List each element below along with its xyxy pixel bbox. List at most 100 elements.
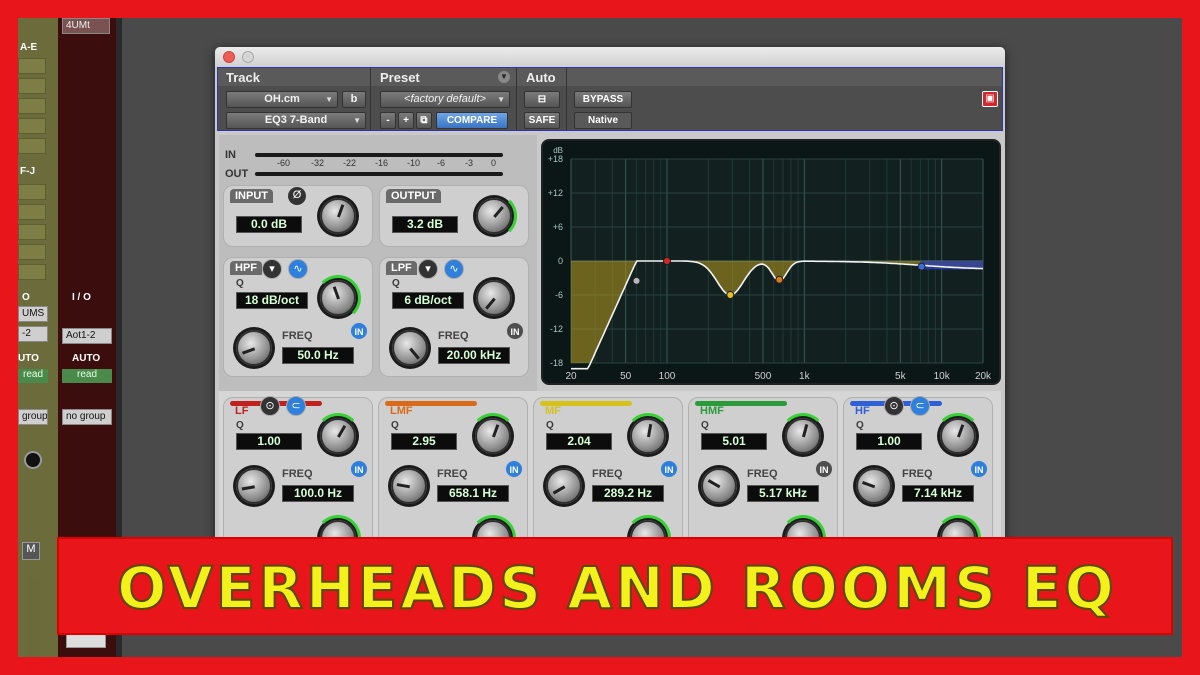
band-in-button[interactable]: IN xyxy=(350,460,368,478)
hpf-curve-icon[interactable]: ∿ xyxy=(288,259,308,279)
strip-group-selector[interactable]: no group xyxy=(62,409,112,425)
band-shelf-type-icon[interactable]: ⊙ xyxy=(260,396,280,416)
track-name-dropdown[interactable]: OH.cm ▼ xyxy=(226,91,338,108)
send-slot[interactable] xyxy=(18,184,46,200)
band-freq-label: FREQ xyxy=(437,468,468,480)
hpf-freq-knob[interactable] xyxy=(236,330,272,366)
band-q-readout[interactable]: 1.00 xyxy=(856,433,922,450)
band-q-knob[interactable] xyxy=(780,413,826,454)
insert-slot[interactable] xyxy=(18,58,46,74)
band-in-button[interactable]: IN xyxy=(815,460,833,478)
mute-button[interactable]: M xyxy=(22,542,40,560)
output-gain-readout[interactable]: 3.2 dB xyxy=(392,216,458,233)
band-freq-readout[interactable]: 7.14 kHz xyxy=(902,485,974,502)
send-slot[interactable] xyxy=(18,204,46,220)
band-q-knob[interactable] xyxy=(470,413,516,454)
band-bell-type-icon[interactable]: ⊂ xyxy=(286,396,306,416)
lmf-node[interactable] xyxy=(775,275,784,284)
plugin-selector-dropdown[interactable]: EQ3 7-Band ▼ xyxy=(226,112,366,129)
band-freq-readout[interactable]: 658.1 Hz xyxy=(437,485,509,502)
pan-knob[interactable] xyxy=(24,451,42,469)
insert-slot[interactable] xyxy=(18,98,46,114)
lpf-in-button[interactable]: IN xyxy=(506,322,524,340)
hpf-node[interactable] xyxy=(632,276,641,285)
graph-freq-tick: 500 xyxy=(755,371,772,382)
insert-slot[interactable] xyxy=(18,118,46,134)
preset-previous-button[interactable]: - xyxy=(380,112,396,129)
band-q-knob[interactable] xyxy=(625,413,671,454)
band-freq-knob[interactable] xyxy=(546,468,582,504)
band-q-readout[interactable]: 5.01 xyxy=(701,433,767,450)
band-q-knob[interactable] xyxy=(315,413,361,454)
strip-name[interactable]: 4UMt xyxy=(62,18,110,34)
automation-icon[interactable]: ⊟ xyxy=(524,91,560,108)
track-channel-dropdown[interactable]: b xyxy=(342,91,366,108)
hpf-in-button[interactable]: IN xyxy=(350,322,368,340)
send-slot[interactable] xyxy=(18,264,46,280)
hpf-freq-readout[interactable]: 50.0 Hz xyxy=(282,347,354,364)
strip-input-selector[interactable]: -2 xyxy=(18,326,48,342)
graph-db-unit: dB xyxy=(553,146,563,155)
input-gain-readout[interactable]: 0.0 dB xyxy=(236,216,302,233)
fader-track xyxy=(26,578,40,657)
hpf-slope-readout[interactable]: 18 dB/oct xyxy=(236,292,308,309)
lpf-type-button[interactable]: ▾ xyxy=(418,259,438,279)
input-gain-knob[interactable] xyxy=(320,198,356,234)
band-freq-readout[interactable]: 100.0 Hz xyxy=(282,485,354,502)
hpf-panel: HPF ▾ ∿ Q 18 dB/oct IN FREQ 50.0 Hz xyxy=(223,257,373,377)
strip-automation-mode[interactable]: read xyxy=(62,369,112,383)
phase-invert-button[interactable]: Ø xyxy=(288,187,306,205)
preset-next-button[interactable]: + xyxy=(398,112,414,129)
lpf-label: LPF xyxy=(386,261,417,275)
preset-menu-icon[interactable]: ▼ xyxy=(498,71,510,83)
band-q-knob[interactable] xyxy=(935,413,981,454)
output-gain-knob[interactable] xyxy=(476,193,517,239)
strip-automation-mode[interactable]: read xyxy=(18,369,48,383)
lf-node[interactable] xyxy=(662,257,671,265)
clip-indicator-icon[interactable]: ▣ xyxy=(982,91,998,107)
window-titlebar[interactable] xyxy=(215,47,1005,67)
preset-dropdown[interactable]: <factory default> ▼ xyxy=(380,91,510,108)
safe-button[interactable]: SAFE xyxy=(524,112,560,129)
band-q-readout[interactable]: 1.00 xyxy=(236,433,302,450)
hf-node[interactable] xyxy=(917,262,926,271)
band-in-button[interactable]: IN xyxy=(970,460,988,478)
graph-db-tick: +12 xyxy=(548,188,563,198)
band-shelf-type-icon[interactable]: ⊙ xyxy=(884,396,904,416)
band-q-readout[interactable]: 2.04 xyxy=(546,433,612,450)
hpf-type-button[interactable]: ▾ xyxy=(262,259,282,279)
lpf-curve-icon[interactable]: ∿ xyxy=(444,259,464,279)
band-in-button[interactable]: IN xyxy=(660,460,678,478)
band-bell-type-icon[interactable]: ⊂ xyxy=(910,396,930,416)
graph-freq-tick: 10k xyxy=(934,371,951,382)
minimize-window-button[interactable] xyxy=(242,51,254,63)
lpf-slope-knob[interactable] xyxy=(476,280,512,316)
lpf-slope-readout[interactable]: 6 dB/oct xyxy=(392,292,464,309)
mf-node[interactable] xyxy=(726,291,735,299)
band-freq-readout[interactable]: 289.2 Hz xyxy=(592,485,664,502)
band-freq-knob[interactable] xyxy=(701,468,737,504)
close-window-button[interactable] xyxy=(223,51,235,63)
band-in-button[interactable]: IN xyxy=(505,460,523,478)
band-q-readout[interactable]: 2.95 xyxy=(391,433,457,450)
copy-settings-icon[interactable]: ⧉ xyxy=(416,112,432,129)
band-freq-readout[interactable]: 5.17 kHz xyxy=(747,485,819,502)
band-freq-knob[interactable] xyxy=(236,468,272,504)
strip-group-selector[interactable]: group xyxy=(18,409,48,425)
compare-button[interactable]: COMPARE xyxy=(436,112,508,129)
band-freq-knob[interactable] xyxy=(391,468,427,504)
send-slot[interactable] xyxy=(18,224,46,240)
lpf-freq-readout[interactable]: 20.00 kHz xyxy=(438,347,510,364)
insert-slot[interactable] xyxy=(18,78,46,94)
bypass-button[interactable]: BYPASS xyxy=(574,91,632,108)
strip-input-selector[interactable]: Aot1-2 xyxy=(62,328,112,344)
input-panel: INPUT Ø 0.0 dB xyxy=(223,185,373,247)
band-freq-knob[interactable] xyxy=(856,468,892,504)
eq-curve-display: +18 +12 +6 0 -6 -12 -18 dB 20 50 100 500 1k 5k 10k 20k xyxy=(543,141,999,383)
hpf-slope-knob[interactable] xyxy=(315,275,361,321)
eq-frequency-graph[interactable]: +18 +12 +6 0 -6 -12 -18 dB 20 50 100 500 1k 5k 10k 20k xyxy=(541,139,1001,385)
send-slot[interactable] xyxy=(18,244,46,260)
strip-output-selector[interactable]: UMS xyxy=(18,306,48,322)
lpf-freq-knob[interactable] xyxy=(392,330,428,366)
insert-slot[interactable] xyxy=(18,138,46,154)
